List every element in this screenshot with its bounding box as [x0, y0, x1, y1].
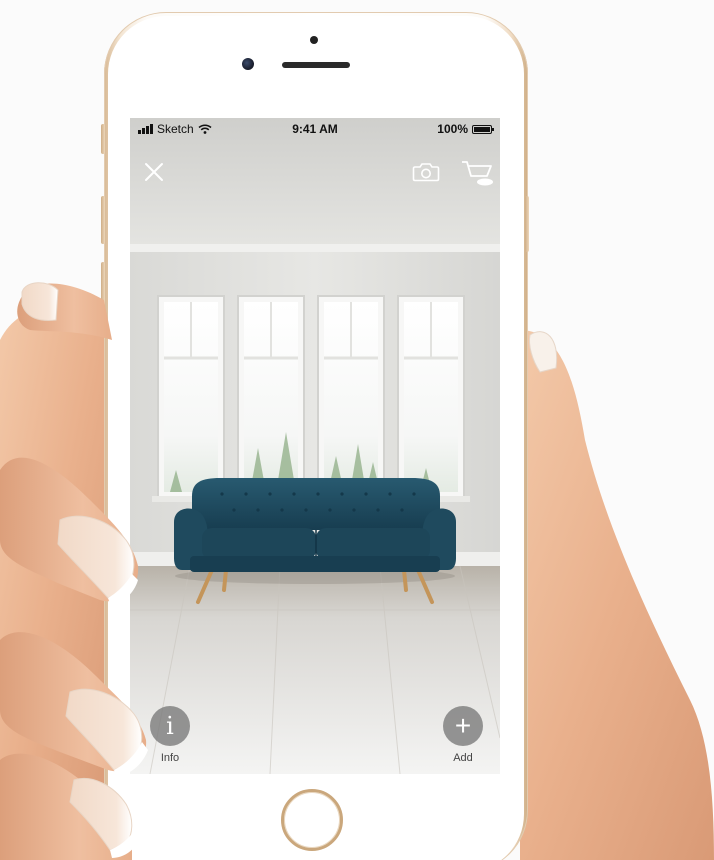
front-camera — [242, 58, 254, 70]
info-icon: i — [166, 712, 174, 740]
battery-percent: 100% — [437, 122, 468, 136]
status-bar: Sketch 9:41 AM 100% — [130, 118, 500, 140]
ar-app-promo: Sketch 9:41 AM 100% i Info + Add — [0, 0, 714, 860]
plus-icon: + — [454, 710, 472, 741]
home-button[interactable] — [281, 789, 343, 851]
mute-switch — [101, 124, 105, 154]
volume-up-button — [101, 196, 105, 244]
cart-icon[interactable] — [460, 158, 496, 188]
ar-room-view — [130, 118, 500, 774]
proximity-sensor — [310, 36, 318, 44]
add-button[interactable]: + — [443, 706, 483, 746]
info-button[interactable]: i — [150, 706, 190, 746]
earpiece-speaker — [282, 62, 350, 68]
add-label: Add — [453, 752, 473, 764]
power-button — [525, 196, 529, 252]
phone-screen: Sketch 9:41 AM 100% i Info + Add — [130, 118, 500, 774]
volume-down-button — [101, 262, 105, 310]
battery-icon — [472, 124, 494, 134]
info-label: Info — [160, 752, 180, 764]
status-right: 100% — [437, 122, 494, 136]
close-icon[interactable] — [142, 160, 166, 184]
camera-icon[interactable] — [412, 160, 440, 184]
